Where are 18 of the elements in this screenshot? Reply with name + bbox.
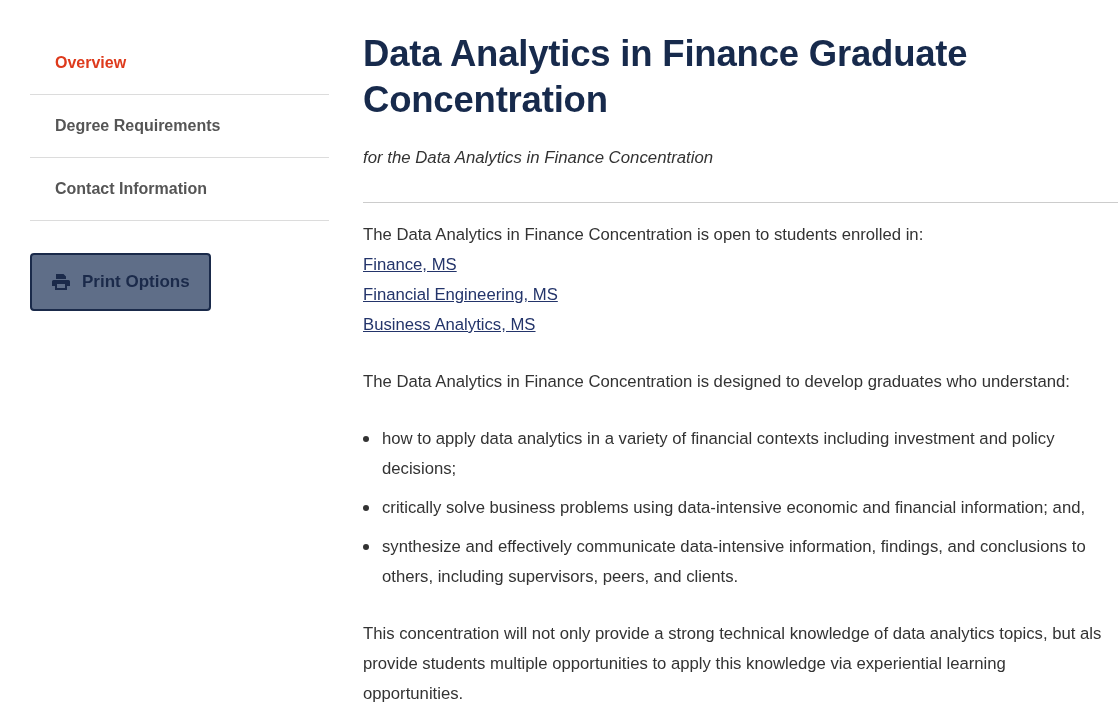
subtitle-text: for the Data Analytics in Finance Concentration [363,147,715,169]
bullet-icon [363,436,369,442]
page-title: Data Analytics in Finance Graduate Concentration [363,32,969,122]
intro-text: The Data Analytics in Finance Concentration is open to students enrolled in: [363,224,925,246]
nav-link[interactable]: Contact Information [55,180,207,198]
printer-icon [52,274,70,290]
paragraph-text: The Data Analytics in Finance Concentration is designed to develop graduates who understand: [363,371,1071,393]
list-item-text: synthesize and effectively communicate data-intensive information, findings, and conclusions to others, including supervisors, peers, and clients. [382,536,1087,588]
program-link[interactable]: Finance, MS [363,255,457,274]
list-item-text: how to apply data analytics in a variety of financial contexts including investment and policy decisions; [382,428,1056,480]
nav-link[interactable]: Overview [55,54,127,72]
bullet-icon [363,544,369,550]
nav-link[interactable]: Degree Requirements [55,117,221,135]
paragraph-text: This concentration will not only provide a strong technical knowledge of data analytics topics, but als provide students multiple opportunities to apply this knowledge via experiential learning opportunities. [363,623,1103,705]
program-link[interactable]: Business Analytics, MS [363,315,536,334]
list-item-text: critically solve business problems using data-intensive economic and financial information; and, [382,497,1087,519]
program-link[interactable]: Financial Engineering, MS [363,285,558,304]
bullet-icon [363,505,369,511]
